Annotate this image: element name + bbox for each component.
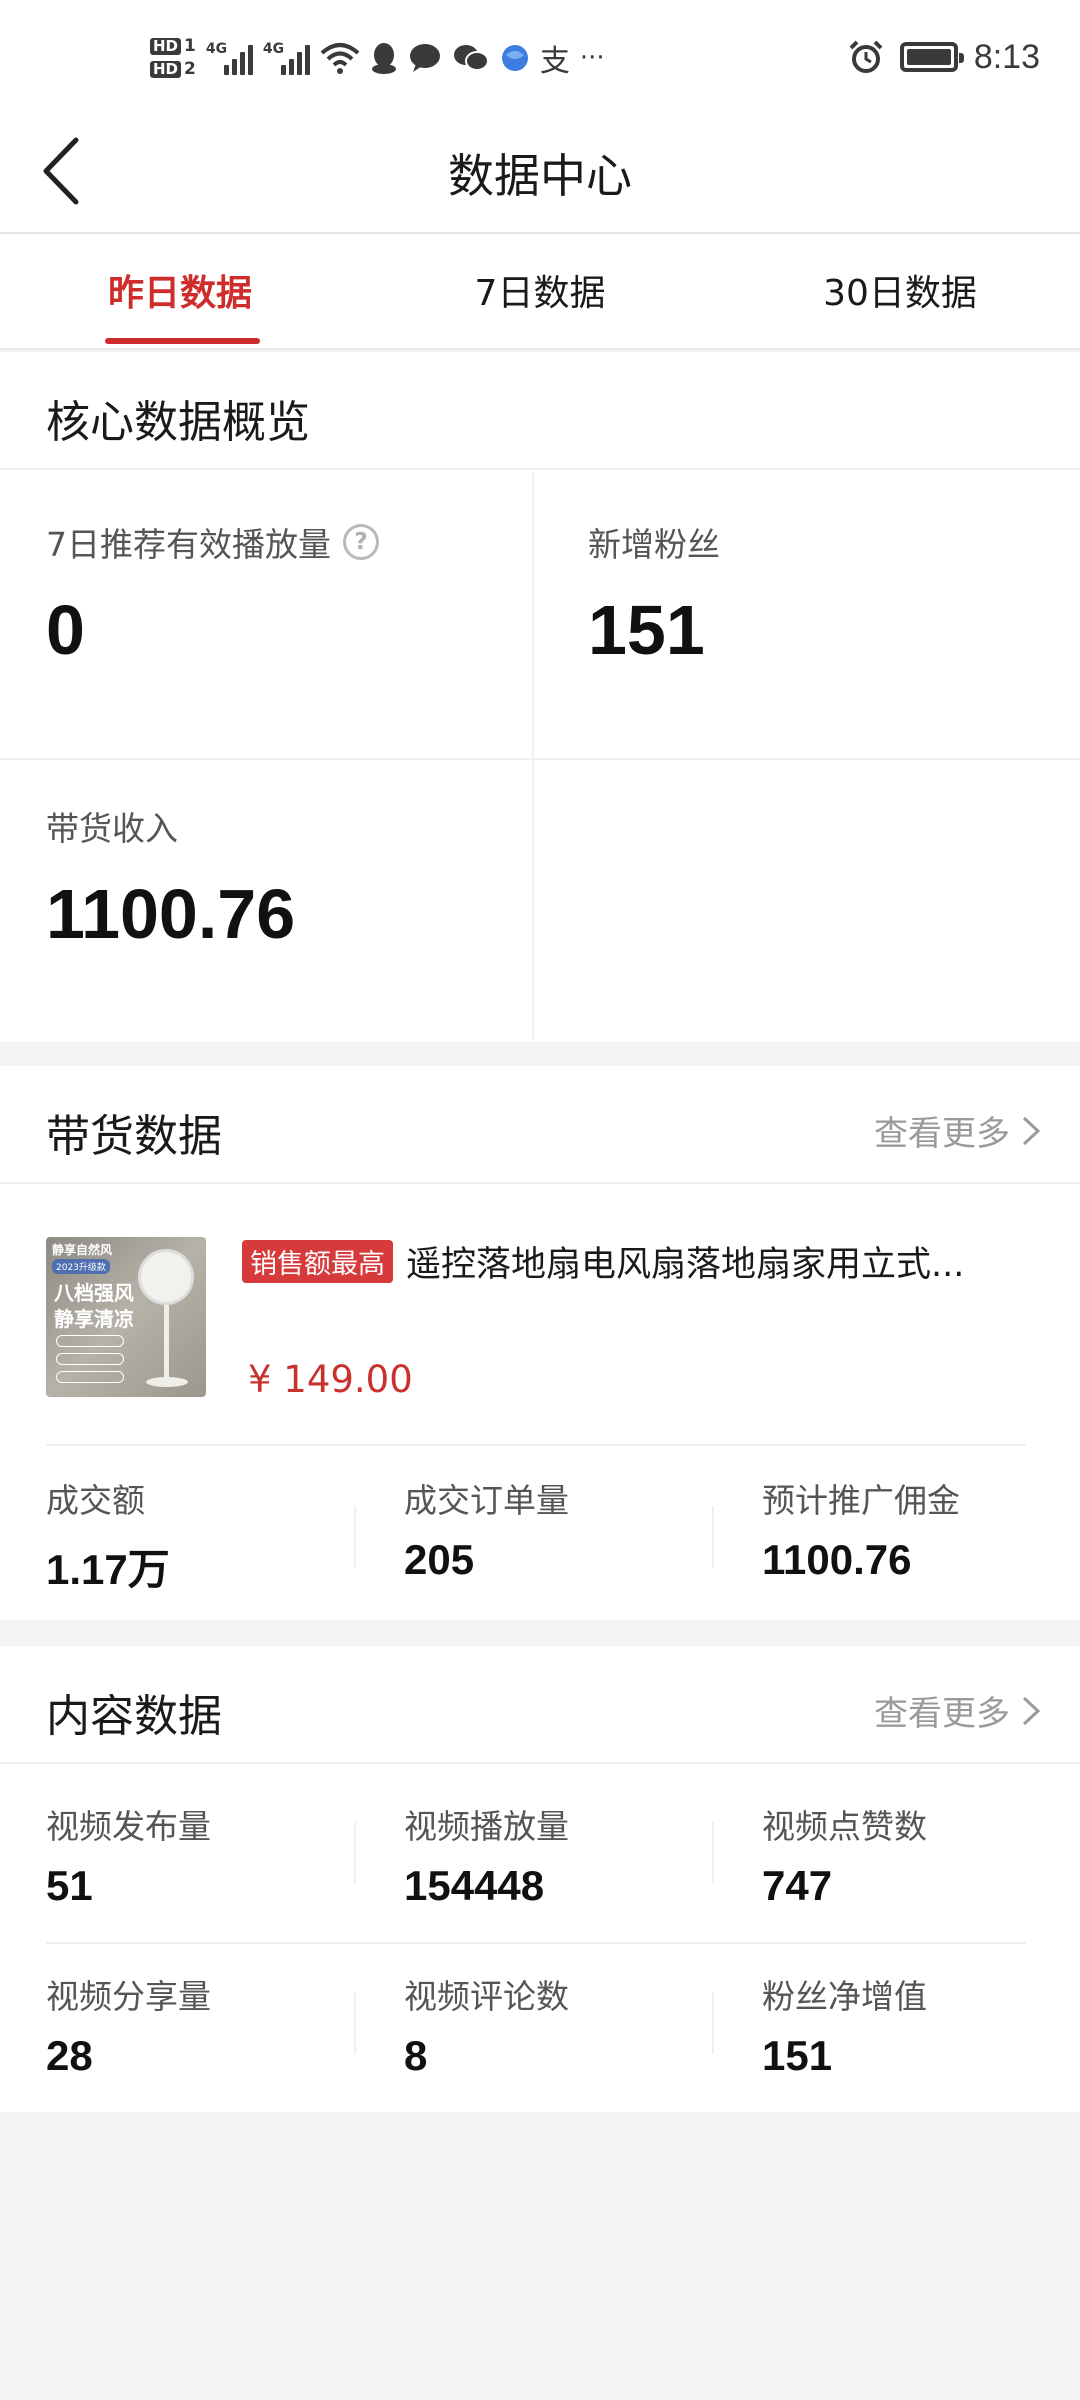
product-name[interactable]: 遥控落地扇电风扇落地扇家用立式...	[406, 1236, 1016, 1287]
divider	[46, 1444, 1026, 1446]
qq-icon	[371, 43, 396, 74]
stat-value: 8	[404, 2032, 428, 2079]
content-data-header: 内容数据 查看更多	[0, 1646, 1080, 1764]
stat-video-shares: 视频分享量 28	[46, 1970, 386, 2080]
content-more-link[interactable]: 查看更多	[874, 1686, 1042, 1735]
page-title: 数据中心	[448, 149, 632, 203]
sales-data-title: 带货数据	[46, 1111, 222, 1162]
stat-label: 成交订单量	[404, 1481, 569, 1520]
alipay-icon: 支	[539, 44, 570, 79]
chevron-right-icon	[1022, 1116, 1041, 1145]
stat-orders: 成交订单量 205	[404, 1474, 744, 1584]
stat-label: 视频播放量	[404, 1807, 569, 1846]
image-pill	[56, 1353, 124, 1365]
alarm-icon	[849, 40, 883, 73]
metric-sales-income[interactable]: 带货收入 1100.76	[0, 756, 540, 1038]
metric-value: 1100.76	[46, 875, 296, 953]
stat-videos-published: 视频发布量 51	[46, 1800, 386, 1910]
stat-value: 747	[762, 1862, 833, 1909]
metric-value: 151	[588, 591, 705, 669]
chevron-right-icon	[1022, 1696, 1041, 1725]
browser-icon	[501, 45, 528, 71]
data-center-page: HD 1 HD 2 4G 4G 支 ··· 8:13 数据中心 昨日数据 7日数…	[0, 0, 1080, 2400]
active-tab-indicator	[105, 338, 260, 344]
status-left-icons: HD 1 HD 2 4G 4G 支 ···	[150, 28, 605, 88]
image-headline-1: 八档强风	[54, 1281, 134, 1305]
status-right-icons: 8:13	[848, 32, 1040, 82]
status-bar: HD 1 HD 2 4G 4G 支 ··· 8:13	[0, 0, 1080, 110]
metric-new-fans[interactable]: 新增粉丝 151	[542, 472, 1080, 754]
image-pill	[56, 1335, 124, 1347]
image-tag-text: 2023升级款	[52, 1259, 110, 1274]
stat-video-plays: 视频播放量 154448	[404, 1800, 744, 1910]
sales-data-header: 带货数据 查看更多	[0, 1066, 1080, 1184]
stat-label: 视频发布量	[46, 1807, 211, 1846]
stat-net-fans: 粉丝净增值 151	[762, 1970, 1080, 2080]
more-status-icon: ···	[579, 43, 605, 73]
stat-value: 51	[46, 1862, 93, 1909]
sales-more-link[interactable]: 查看更多	[874, 1106, 1042, 1155]
stat-label: 视频分享量	[46, 1977, 211, 2016]
stat-value: 154448	[404, 1862, 545, 1909]
top-sales-badge: 销售额最高	[242, 1240, 393, 1283]
stat-label: 成交额	[46, 1481, 145, 1520]
core-overview-header: 核心数据概览	[0, 352, 1080, 470]
stat-label: 预计推广佣金	[762, 1481, 960, 1520]
more-label: 查看更多	[874, 1114, 1010, 1154]
tab-bar: 昨日数据 7日数据 30日数据	[0, 234, 1080, 350]
signal-icon-2: 4G	[263, 41, 310, 75]
core-overview-card: 核心数据概览 7日推荐有效播放量 ? 0 新增粉丝 151 带货收入 1100.…	[0, 352, 1080, 1042]
stat-gmv: 成交额 1.17万	[46, 1474, 386, 1597]
metric-label: 7日推荐有效播放量 ?	[46, 518, 379, 566]
stat-label: 粉丝净增值	[762, 1977, 927, 2016]
sim-hd-icon: HD 1 HD 2	[150, 38, 196, 78]
tab-30-days[interactable]: 30日数据	[720, 264, 1080, 316]
stat-label: 视频点赞数	[762, 1807, 927, 1846]
more-label: 查看更多	[874, 1694, 1010, 1734]
stat-video-comments: 视频评论数 8	[404, 1970, 744, 2080]
image-pill	[56, 1371, 124, 1383]
nav-bar: 数据中心	[0, 110, 1080, 234]
fan-picture	[138, 1249, 194, 1305]
content-data-title: 内容数据	[46, 1691, 222, 1742]
metric-label: 新增粉丝	[588, 525, 720, 564]
battery-icon	[899, 42, 964, 72]
signal-icon: 4G	[206, 41, 253, 75]
metric-value: 0	[46, 591, 85, 669]
help-icon[interactable]: ?	[343, 524, 379, 560]
tab-7-days[interactable]: 7日数据	[360, 264, 720, 316]
metric-recommended-plays[interactable]: 7日推荐有效播放量 ? 0	[0, 472, 540, 754]
stat-commission: 预计推广佣金 1100.76	[762, 1474, 1080, 1584]
stat-value: 151	[762, 2032, 833, 2079]
stat-value: 205	[404, 1536, 475, 1583]
stat-value: 28	[46, 2032, 93, 2079]
image-brand-text: 静享自然风	[52, 1243, 113, 1257]
fan-base	[146, 1377, 188, 1387]
stat-value: 1100.76	[762, 1536, 912, 1583]
stat-video-likes: 视频点赞数 747	[762, 1800, 1080, 1910]
tab-yesterday[interactable]: 昨日数据	[0, 264, 360, 316]
divider	[46, 1942, 1026, 1944]
wifi-icon	[320, 43, 360, 74]
message-icon	[409, 44, 440, 72]
image-headline-2: 静享清凉	[54, 1307, 134, 1331]
wechat-icon	[453, 45, 489, 71]
product-image[interactable]: 静享自然风 2023升级款 八档强风 静享清凉	[46, 1237, 206, 1397]
stat-label: 视频评论数	[404, 1977, 569, 2016]
status-time: 8:13	[973, 37, 1040, 76]
fan-pole	[164, 1305, 169, 1381]
product-price: ¥ 149.00	[248, 1358, 413, 1401]
stat-value: 1.17万	[46, 1546, 170, 1593]
core-overview-title: 核心数据概览	[46, 397, 310, 448]
metric-label: 带货收入	[46, 809, 178, 848]
